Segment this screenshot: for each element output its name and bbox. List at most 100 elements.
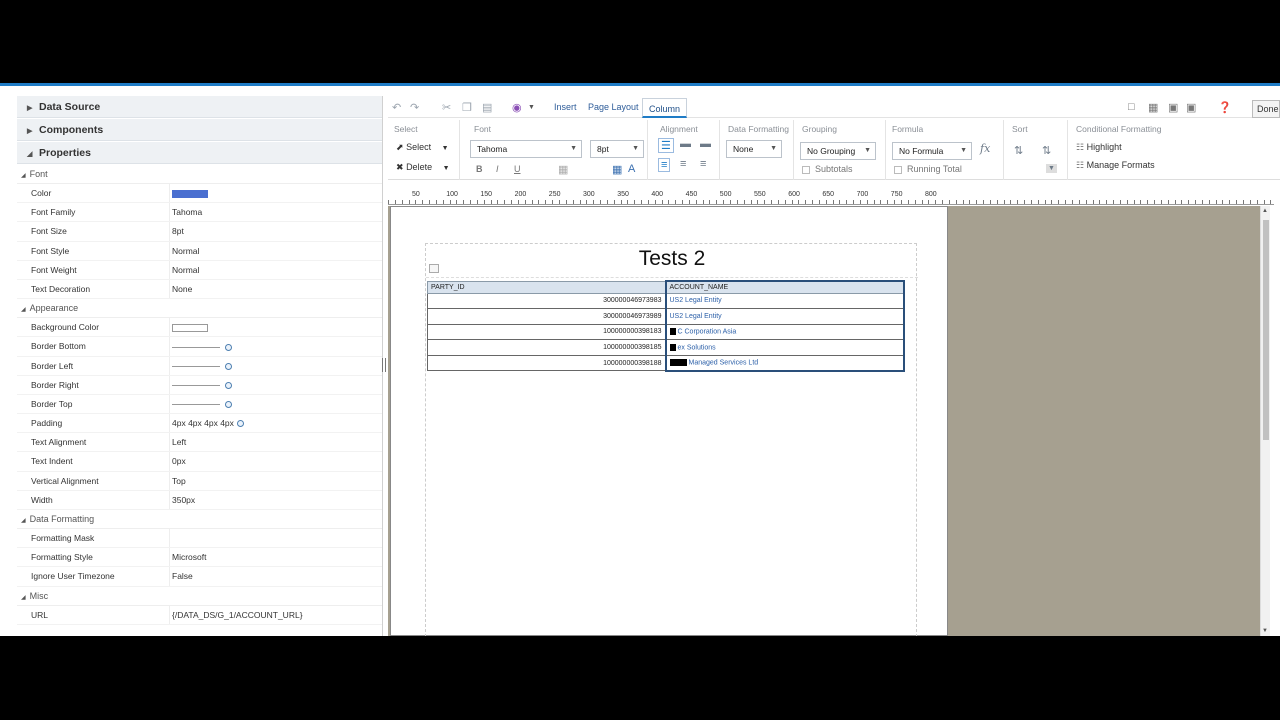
paste-icon[interactable]: ▤ bbox=[482, 101, 492, 114]
delete-button[interactable]: ✖ Delete ▼ bbox=[396, 162, 450, 173]
prop-row[interactable]: Font Family Tahoma bbox=[17, 203, 382, 223]
account-name-cell[interactable]: C Corporation Asia bbox=[664, 323, 905, 341]
account-name-link[interactable]: Managed Services Ltd bbox=[689, 360, 759, 367]
prop-row[interactable]: Font Style Normal bbox=[17, 241, 382, 261]
group-appearance[interactable]: ◢ Appearance bbox=[17, 299, 382, 319]
prop-row[interactable]: Background Color bbox=[17, 318, 382, 338]
help-icon[interactable]: ❓ bbox=[1218, 101, 1232, 114]
chevron-down-icon[interactable]: ▼ bbox=[1046, 164, 1057, 173]
prop-value[interactable]: 350px bbox=[170, 491, 382, 509]
prop-value[interactable]: 0px bbox=[170, 452, 382, 470]
prop-value[interactable]: Tahoma bbox=[170, 203, 382, 221]
report-title[interactable]: Tests 2 bbox=[426, 244, 918, 278]
prop-row[interactable]: Padding 4px 4px 4px 4px bbox=[17, 414, 382, 434]
subtotals-checkbox[interactable]: Subtotals bbox=[802, 164, 853, 174]
prop-row[interactable]: Font Weight Normal bbox=[17, 260, 382, 280]
font-size-select[interactable]: 8pt ▼ bbox=[590, 140, 644, 158]
prop-value[interactable]: 8pt bbox=[170, 222, 382, 240]
prop-value[interactable] bbox=[170, 337, 382, 355]
account-name-cell[interactable]: US2 Legal Entity bbox=[664, 292, 905, 310]
prop-row[interactable]: Vertical Alignment Top bbox=[17, 471, 382, 491]
group-misc[interactable]: ◢ Misc bbox=[17, 587, 382, 606]
prop-value[interactable] bbox=[170, 357, 382, 375]
vertical-scrollbar[interactable]: ▲ ▼ bbox=[1260, 206, 1270, 636]
align-center-icon[interactable]: ≡ bbox=[680, 158, 686, 170]
done-button[interactable]: Done bbox=[1252, 100, 1280, 118]
prop-value[interactable] bbox=[170, 376, 382, 394]
account-name-cell[interactable]: US2 Legal Entity bbox=[664, 308, 905, 325]
redo-icon[interactable]: ↷ bbox=[410, 101, 419, 114]
sort-descending-icon[interactable]: ⇅ bbox=[1042, 144, 1051, 157]
party-id-cell[interactable]: 100000000398185 bbox=[427, 339, 666, 356]
background-color-icon[interactable]: ▦ bbox=[612, 163, 622, 176]
prop-value[interactable]: 4px 4px 4px 4px bbox=[170, 414, 382, 432]
prop-value[interactable] bbox=[170, 184, 382, 202]
account-name-link[interactable]: US2 Legal Entity bbox=[670, 297, 722, 304]
prop-value[interactable]: Top bbox=[170, 472, 382, 490]
prop-row[interactable]: URL {/DATA_DS/G_1/ACCOUNT_URL} bbox=[17, 605, 382, 625]
font-family-select[interactable]: Tahoma ▼ bbox=[470, 140, 582, 158]
prop-row[interactable]: Color bbox=[17, 184, 382, 204]
prop-row[interactable]: Formatting Mask bbox=[17, 529, 382, 549]
group-data-formatting[interactable]: ◢ Data Formatting bbox=[17, 510, 382, 529]
prop-row[interactable]: Formatting Style Microsoft bbox=[17, 548, 382, 568]
table-handle-icon[interactable] bbox=[429, 264, 439, 273]
party-id-cell[interactable]: 100000000398183 bbox=[427, 323, 666, 341]
copy-icon[interactable]: ❐ bbox=[462, 101, 472, 114]
account-name-cell[interactable]: ex Solutions bbox=[664, 339, 905, 356]
chevron-down-icon[interactable]: ▼ bbox=[528, 104, 535, 111]
align-right-icon[interactable]: ≡ bbox=[700, 158, 706, 170]
new-report-icon[interactable]: □ bbox=[1128, 101, 1135, 113]
prop-value[interactable] bbox=[170, 529, 382, 547]
sort-ascending-icon[interactable]: ⇅ bbox=[1014, 144, 1023, 157]
prop-row[interactable]: Ignore User Timezone False bbox=[17, 567, 382, 587]
account-name-link[interactable]: US2 Legal Entity bbox=[670, 313, 722, 320]
party-id-cell[interactable]: 100000000398188 bbox=[427, 354, 666, 372]
bold-button[interactable]: B bbox=[476, 164, 483, 174]
prop-row[interactable]: Text Indent 0px bbox=[17, 452, 382, 472]
border-icon[interactable]: ▦ bbox=[558, 163, 568, 176]
align-top-icon[interactable]: ☰ bbox=[658, 138, 674, 153]
background-color-swatch[interactable] bbox=[172, 323, 208, 332]
border-edit-icon[interactable] bbox=[225, 381, 232, 389]
data-table[interactable]: PARTY_ID ACCOUNT_NAME 300000046973983 US2… bbox=[427, 280, 905, 372]
italic-button[interactable]: I bbox=[496, 164, 499, 174]
undo-icon[interactable]: ↶ bbox=[392, 101, 401, 114]
properties-section[interactable]: ◢ Properties bbox=[17, 142, 382, 164]
column-header[interactable]: ACCOUNT_NAME bbox=[664, 280, 905, 294]
prop-row[interactable]: Border Bottom bbox=[17, 337, 382, 357]
highlight-button[interactable]: ☷ Highlight bbox=[1076, 142, 1122, 153]
panel-splitter[interactable] bbox=[382, 358, 386, 372]
text-color-icon[interactable]: A bbox=[628, 163, 635, 175]
border-edit-icon[interactable] bbox=[225, 343, 232, 351]
prop-value[interactable]: Microsoft bbox=[170, 548, 382, 566]
running-total-checkbox[interactable]: Running Total bbox=[894, 164, 962, 174]
prop-row[interactable]: Border Left bbox=[17, 356, 382, 376]
border-edit-icon[interactable] bbox=[225, 401, 232, 409]
components-section[interactable]: ▶ Components bbox=[17, 119, 382, 141]
save-as-icon[interactable]: ▣ bbox=[1186, 101, 1196, 114]
account-name-cell[interactable]: Managed Services Ltd bbox=[664, 354, 905, 372]
fx-icon[interactable]: fx bbox=[980, 142, 990, 155]
prop-value[interactable]: False bbox=[170, 567, 382, 585]
prop-value[interactable]: Left bbox=[170, 433, 382, 451]
theme-icon[interactable]: ◉ bbox=[512, 101, 522, 114]
data-source-section[interactable]: ▶ Data Source bbox=[17, 96, 382, 118]
align-middle-icon[interactable]: ▬ bbox=[680, 138, 691, 150]
prop-value[interactable]: None bbox=[170, 280, 382, 298]
account-name-link[interactable]: ex Solutions bbox=[678, 344, 716, 351]
select-button[interactable]: ⬈ Select ▼ bbox=[396, 142, 449, 153]
formula-select[interactable]: No Formula ▼ bbox=[892, 142, 972, 160]
prop-row[interactable]: Text Alignment Left bbox=[17, 433, 382, 453]
cut-icon[interactable]: ✂ bbox=[442, 101, 451, 114]
prop-value[interactable] bbox=[170, 318, 382, 336]
data-formatting-select[interactable]: None ▼ bbox=[726, 140, 782, 158]
manage-formats-button[interactable]: ☷ Manage Formats bbox=[1076, 160, 1155, 171]
border-edit-icon[interactable] bbox=[225, 362, 232, 370]
prop-row[interactable]: Border Right bbox=[17, 375, 382, 395]
party-id-cell[interactable]: 300000046973983 bbox=[427, 292, 666, 310]
save-icon[interactable]: ▣ bbox=[1168, 101, 1178, 114]
align-left-icon[interactable]: ≡ bbox=[658, 158, 671, 172]
prop-value[interactable]: {/DATA_DS/G_1/ACCOUNT_URL} bbox=[170, 606, 382, 624]
padding-edit-icon[interactable] bbox=[236, 420, 244, 428]
